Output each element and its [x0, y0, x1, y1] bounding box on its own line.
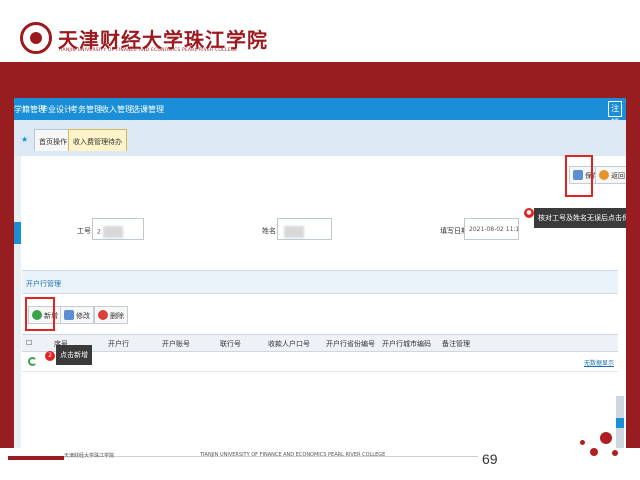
home-icon[interactable]: ★ — [21, 135, 28, 144]
column-header: 收款人户口号 — [268, 340, 310, 348]
name-label: 姓名: — [262, 227, 279, 235]
edit-button-label: 修改 — [76, 312, 90, 320]
college-subtitle: TIANJIN UNIVERSITY OF FINANCE AND ECONOM… — [58, 48, 238, 53]
step-marker-icon: ● — [524, 208, 534, 218]
footer-college-english: TIANJIN UNIVERSITY OF FINANCE AND ECONOM… — [200, 452, 386, 458]
redacted-mark — [102, 226, 123, 238]
column-header: 联行号 — [220, 340, 241, 348]
column-header: 开户行 — [108, 340, 129, 348]
redacted-mark — [284, 226, 304, 238]
section-title-bank: 开户行管理 — [22, 270, 618, 294]
scrollbar-thumb[interactable] — [616, 418, 624, 428]
table-header: ☐ 序号 开户行 开户账号 联行号 收款人户口号 开户行省份编号 开户行城市编码… — [22, 334, 618, 352]
column-header: 备注管理 — [442, 340, 470, 348]
edit-icon — [64, 310, 74, 320]
college-seal-icon — [20, 22, 52, 54]
highlight-save-box — [565, 155, 593, 197]
no-data-text: 无数据显示 — [583, 360, 614, 367]
footer-college-name: 天津财经大学珠江学院 — [64, 453, 115, 459]
column-header: 开户行城市编码 — [382, 340, 431, 348]
delete-button[interactable]: 删除 — [94, 306, 128, 324]
select-all-checkbox[interactable]: ☐ — [26, 339, 32, 347]
slide-header: 天津财经大学珠江学院 TIANJIN UNIVERSITY OF FINANCE… — [0, 0, 640, 62]
column-header: 开户行省份编号 — [326, 340, 375, 348]
sidebar-collapsed — [14, 156, 21, 448]
menu-item-course-selection[interactable]: 选课管理 — [132, 104, 164, 115]
highlight-add-box — [25, 297, 55, 331]
delete-button-label: 删除 — [110, 312, 124, 320]
decorative-dot — [580, 440, 585, 445]
callout-click-add: 点击新增 — [56, 345, 92, 365]
table-row: 无数据显示 — [22, 352, 618, 372]
worker-id-field[interactable]: 2 — [92, 218, 144, 240]
name-field[interactable] — [277, 218, 332, 240]
worker-id-label: 工号: — [77, 227, 94, 235]
decorative-dot — [612, 450, 618, 456]
tab-income-todo[interactable]: 收入费管理待办 — [68, 129, 127, 151]
menu-item-income[interactable]: 收入管理 — [101, 104, 133, 115]
tab-home-operations[interactable]: 首页操作 — [34, 129, 72, 151]
decorative-dot — [600, 432, 612, 444]
delete-icon — [98, 310, 108, 320]
menu-item-graduation[interactable]: 毕业设计 — [40, 104, 72, 115]
sidebar-active-marker[interactable] — [14, 222, 21, 244]
step-number-badge: 2 — [45, 351, 55, 361]
back-button[interactable]: 返回 — [595, 166, 626, 184]
edit-button[interactable]: 修改 — [60, 306, 94, 324]
back-icon — [599, 170, 609, 180]
tab-bar: ★ 首页操作 收入费管理待办 — [14, 120, 626, 156]
logout-button[interactable]: 注销 — [608, 101, 622, 127]
callout-check-and-save: 核对工号及姓名无误后点击保存 — [534, 208, 626, 228]
menu-item-exams[interactable]: 考务管理 — [70, 104, 102, 115]
top-menubar: 学籍管理 毕业设计 考务管理 收入管理 选课管理 注销 — [14, 98, 626, 127]
column-header: 开户账号 — [162, 340, 190, 348]
bank-toolbar: 新增 修改 删除 — [22, 294, 618, 334]
decorative-dot — [590, 448, 598, 456]
app-screenshot: 学籍管理 毕业设计 考务管理 收入管理 选课管理 注销 ★ 首页操作 收入费管理… — [14, 98, 626, 448]
date-field[interactable]: 2021-08-02 11:12:56 — [464, 218, 519, 240]
page-number: 69 — [482, 451, 498, 467]
footer-accent-bar — [8, 456, 64, 460]
refresh-icon[interactable] — [28, 357, 37, 366]
back-button-label: 返回 — [611, 172, 625, 180]
